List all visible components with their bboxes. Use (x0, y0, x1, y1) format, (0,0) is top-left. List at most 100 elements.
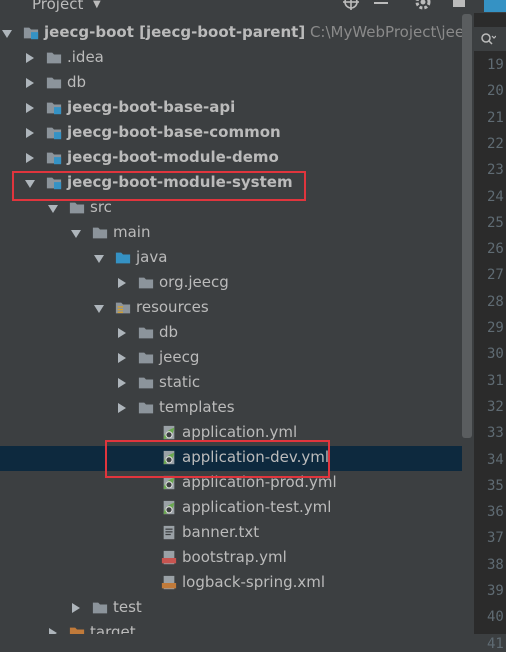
chevron-right-icon[interactable] (118, 328, 126, 338)
module-artifact-name: [jeecg-boot-parent] (133, 23, 306, 41)
tree-item-label: db (159, 323, 178, 341)
line-number: 31 (487, 372, 504, 389)
tree-item-label: jeecg-boot-base-common (67, 123, 281, 141)
tree-item-db1[interactable]: db (0, 71, 462, 96)
folder-icon (46, 77, 62, 89)
line-number: 27 (487, 267, 504, 284)
line-number: 40 (487, 609, 504, 626)
chevron-down-icon[interactable] (71, 230, 81, 238)
chevron-right-icon[interactable] (26, 53, 34, 63)
line-number: 33 (487, 425, 504, 442)
item-name: java (136, 248, 168, 266)
chevron-down-icon[interactable] (94, 255, 104, 263)
tree-item-banner-txt[interactable]: banner.txt (0, 521, 462, 546)
item-name: static (159, 373, 201, 391)
tree-item-logback-xml[interactable]: logback-spring.xml (0, 571, 462, 596)
tree-item-label: db (67, 73, 86, 91)
tree-item-app-test-yml[interactable]: application-test.yml (0, 496, 462, 521)
tree-item-module-demo[interactable]: jeecg-boot-module-demo (0, 146, 462, 171)
tree-item-java[interactable]: java (0, 246, 462, 271)
line-number: 36 (487, 504, 504, 521)
project-title[interactable]: Project (32, 0, 83, 13)
tree-item-templates[interactable]: templates (0, 396, 462, 421)
tree-item-label: jeecg-boot-base-api (67, 98, 235, 116)
tree-item-db2[interactable]: db (0, 321, 462, 346)
chevron-down-icon[interactable] (2, 30, 12, 38)
tree-item-jeecg[interactable]: jeecg (0, 346, 462, 371)
line-number: 39 (487, 583, 504, 599)
tree-item-resources[interactable]: resources (0, 296, 462, 321)
markdown-file-tab-icon[interactable] (484, 0, 506, 12)
tree-item-test[interactable]: test (0, 596, 462, 621)
chevron-right-icon[interactable] (118, 278, 126, 288)
tree-item-label: templates (159, 398, 235, 416)
line-number: 26 (487, 241, 504, 258)
tree-item-root[interactable]: jeecg-boot [jeecg-boot-parent] C:\MyWebP… (0, 21, 462, 46)
item-name: db (67, 73, 87, 91)
item-name: target (90, 623, 136, 634)
tree-item-org-jeecg[interactable]: org.jeecg (0, 271, 462, 296)
item-name: jeecg (159, 348, 200, 366)
item-name: main (113, 223, 151, 241)
chevron-right-icon[interactable] (26, 153, 34, 163)
folder-icon (138, 277, 154, 289)
tree-item-base-common[interactable]: jeecg-boot-base-common (0, 121, 462, 146)
line-number: 24 (487, 188, 504, 205)
folder-icon (138, 377, 154, 389)
tree-item-target[interactable]: target (0, 621, 462, 634)
chevron-right-icon[interactable] (26, 128, 34, 138)
resources-folder-icon (115, 302, 131, 314)
item-name: bootstrap.yml (182, 548, 287, 566)
chevron-right-icon[interactable] (49, 628, 57, 634)
collapse-all-icon[interactable] (372, 0, 390, 11)
line-number: 34 (487, 451, 504, 468)
line-number: 22 (487, 135, 504, 152)
xml-file-icon (161, 575, 177, 590)
hide-icon[interactable] (450, 0, 468, 11)
chevron-right-icon[interactable] (26, 103, 34, 113)
yml-file-icon (161, 550, 177, 565)
tree-item-label: resources (136, 298, 209, 316)
editor-gutter: 19 20 21 22 23 24 25 26 27 28 29 30 31 32 33 34 35 36 37 38… (474, 13, 506, 652)
search-icon (481, 33, 496, 45)
tree-scrollbar[interactable] (462, 14, 472, 438)
tree-item-idea[interactable]: .idea (0, 46, 462, 71)
item-name: application.yml (182, 423, 298, 441)
tree-item-bootstrap-yml[interactable]: bootstrap.yml (0, 546, 462, 571)
tree-item-label: banner.txt (182, 523, 259, 541)
tree-item-label: target (90, 623, 136, 634)
tree-item-base-api[interactable]: jeecg-boot-base-api (0, 96, 462, 121)
line-number: 35 (487, 477, 504, 494)
tree-item-label: bootstrap.yml (182, 548, 287, 566)
line-number: 30 (487, 346, 504, 363)
item-name: application-test.yml (182, 498, 332, 516)
module-icon (46, 127, 62, 140)
gear-icon[interactable] (414, 0, 432, 11)
folder-icon (138, 327, 154, 339)
chevron-right-icon[interactable] (72, 603, 80, 613)
folder-icon (138, 402, 154, 414)
chevron-down-icon[interactable]: ▼ (93, 0, 101, 10)
locate-icon[interactable] (342, 0, 360, 11)
chevron-right-icon[interactable] (118, 353, 126, 363)
chevron-right-icon[interactable] (118, 403, 126, 413)
item-name: banner.txt (182, 523, 260, 541)
tree-item-main[interactable]: main (0, 221, 462, 246)
line-number: 19 (487, 57, 504, 73)
tree-item-label: java (136, 248, 167, 266)
folder-icon (138, 352, 154, 364)
item-name: jeecg-boot-base-common (67, 123, 281, 141)
chevron-right-icon[interactable] (26, 78, 34, 88)
excluded-folder-icon (69, 627, 85, 634)
tree-item-static[interactable]: static (0, 371, 462, 396)
line-number: 29 (487, 320, 504, 336)
chevron-right-icon[interactable] (118, 378, 126, 388)
tree-item-label: test (113, 598, 142, 616)
editor-search-box[interactable] (474, 27, 506, 51)
line-number: 37 (487, 530, 504, 547)
chevron-down-icon[interactable] (94, 305, 104, 313)
chevron-down-icon[interactable] (48, 205, 58, 213)
line-number: 41 (487, 635, 504, 652)
item-name: .idea (67, 48, 104, 66)
source-folder-icon (115, 252, 131, 264)
